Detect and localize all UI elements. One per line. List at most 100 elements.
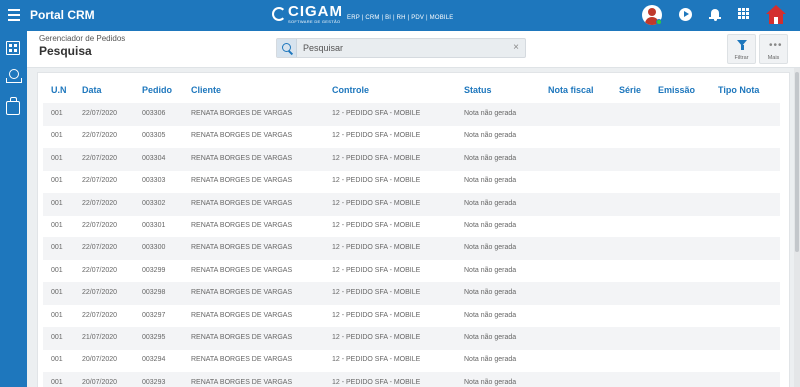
table-row[interactable]: 001 22/07/2020 003302 RENATA BORGES DE VARG… [43,192,780,216]
table-row[interactable]: 001 22/07/2020 003297 RENATA BORGES DE VARG… [43,305,780,328]
cell-data: 22/07/2020 [82,244,118,252]
col-header-emissao[interactable]: Emissão [658,85,695,95]
apps-grid-icon[interactable] [738,8,749,19]
cell-controle: 12 - PEDIDO SFA - MOBILE [332,154,421,162]
table-row[interactable]: 001 20/07/2020 003294 RENATA BORGES DE VARG… [43,349,780,372]
cell-cliente: RENATA BORGES DE VARGAS [191,222,293,229]
cell-pedido: 003299 [142,266,166,274]
cell-status: Nota não gerada [464,177,517,185]
table-row[interactable]: 001 22/07/2020 003298 RENATA BORGES DE VARG… [43,282,780,306]
cell-controle: 12 - PEDIDO SFA - MOBILE [332,378,421,386]
cell-cliente: RENATA BORGES DE VARGAS [191,311,293,319]
col-header-controle[interactable]: Controle [332,85,369,95]
col-header-status[interactable]: Status [464,85,492,95]
online-status-dot [656,19,662,25]
table-row[interactable]: 001 22/07/2020 003301 RENATA BORGES DE VARG… [43,215,780,238]
cell-controle: 12 - PEDIDO SFA - MOBILE [332,334,421,341]
brand-modules: ERP | CRM | BI | RH | PDV | MOBILE [347,15,454,21]
sidebar [0,31,27,387]
table-row[interactable]: 001 22/07/2020 003303 RENATA BORGES DE VARG… [43,170,780,193]
app-title: Portal CRM [30,8,95,22]
cell-data: 22/07/2020 [82,199,118,207]
col-header-data[interactable]: Data [82,85,102,95]
bell-icon[interactable] [709,8,721,21]
cell-cliente: RENATA BORGES DE VARGAS [191,132,293,140]
more-dots-icon: ••• [769,40,783,51]
cell-data: 22/07/2020 [82,289,118,297]
cell-status: Nota não gerada [464,244,517,252]
table-row[interactable]: 001 22/07/2020 003299 RENATA BORGES DE VARG… [43,260,780,283]
cell-controle: 12 - PEDIDO SFA - MOBILE [332,110,421,117]
cell-controle: 12 - PEDIDO SFA - MOBILE [332,311,421,319]
cell-pedido: 003301 [142,222,166,229]
cell-controle: 12 - PEDIDO SFA - MOBILE [332,132,421,140]
table-row[interactable]: 001 22/07/2020 003304 RENATA BORGES DE VARG… [43,147,780,171]
col-header-un[interactable]: U.N [51,85,67,95]
play-icon[interactable] [679,8,692,21]
cell-un: 001 [51,334,63,341]
cell-un: 001 [51,222,63,229]
cell-status: Nota não gerada [464,311,517,319]
col-header-cliente[interactable]: Cliente [191,85,221,95]
cell-data: 20/07/2020 [82,356,118,364]
cell-cliente: RENATA BORGES DE VARGAS [191,289,293,297]
cell-status: Nota não gerada [464,199,517,207]
cell-pedido: 003295 [142,334,166,341]
table-row[interactable]: 001 20/07/2020 003293 RENATA BORGES DE VARG… [43,371,780,387]
cell-data: 20/07/2020 [82,378,118,386]
cell-status: Nota não gerada [464,154,517,162]
cell-cliente: RENATA BORGES DE VARGAS [191,110,293,117]
cell-cliente: RENATA BORGES DE VARGAS [191,199,293,207]
cell-controle: 12 - PEDIDO SFA - MOBILE [332,199,421,207]
table-row[interactable]: 001 22/07/2020 003305 RENATA BORGES DE VARG… [43,125,780,148]
table-row[interactable]: 001 22/07/2020 003300 RENATA BORGES DE VARG… [43,237,780,261]
clear-icon[interactable]: × [513,42,519,53]
cell-data: 22/07/2020 [82,132,118,140]
cell-un: 001 [51,311,63,319]
page-title: Pesquisa [39,44,92,58]
col-header-tipo-nota[interactable]: Tipo Nota [718,85,759,95]
breadcrumb[interactable]: Gerenciador de Pedidos [39,34,125,43]
col-header-serie[interactable]: Série [619,85,641,95]
brand-name: CIGAM [288,3,343,20]
cell-data: 22/07/2020 [82,222,118,229]
table-header: U.N Data Pedido Cliente Controle Status … [38,73,789,107]
col-header-nota-fiscal[interactable]: Nota fiscal [548,85,594,95]
cell-controle: 12 - PEDIDO SFA - MOBILE [332,222,421,229]
cell-status: Nota não gerada [464,110,517,117]
brand-tagline: SOFTWARE DE GESTÃO [288,19,341,24]
more-button[interactable]: ••• Mais [759,34,788,64]
cell-status: Nota não gerada [464,289,517,297]
cell-controle: 12 - PEDIDO SFA - MOBILE [332,289,421,297]
home-icon[interactable] [766,5,786,25]
cell-un: 001 [51,289,63,297]
cell-cliente: RENATA BORGES DE VARGAS [191,266,293,274]
col-header-pedido[interactable]: Pedido [142,85,172,95]
cell-pedido: 003293 [142,378,166,386]
money-icon[interactable] [6,69,22,83]
cell-data: 22/07/2020 [82,177,118,185]
cell-un: 001 [51,110,63,117]
page-header: Gerenciador de Pedidos Pesquisa × Filtra… [27,31,800,68]
filter-button[interactable]: Filtrar [727,34,756,64]
cell-controle: 12 - PEDIDO SFA - MOBILE [332,177,421,185]
search-input[interactable] [303,39,503,57]
scrollbar[interactable] [794,68,800,387]
menu-icon[interactable] [8,9,20,21]
filter-label: Filtrar [734,55,749,61]
cell-pedido: 003294 [142,356,166,364]
table-row[interactable]: 001 21/07/2020 003295 RENATA BORGES DE VARG… [43,327,780,350]
scrollbar-thumb[interactable] [795,72,799,252]
more-label: Mais [767,55,780,61]
cell-pedido: 003297 [142,311,166,319]
cell-cliente: RENATA BORGES DE VARGAS [191,378,293,386]
search-bar: × [276,38,526,58]
cell-cliente: RENATA BORGES DE VARGAS [191,154,293,162]
bag-icon[interactable] [6,97,20,115]
search-icon[interactable] [277,39,297,57]
cell-data: 22/07/2020 [82,154,118,162]
cell-pedido: 003298 [142,289,166,297]
building-icon[interactable] [6,41,20,55]
table-row[interactable]: 001 22/07/2020 003306 RENATA BORGES DE VARG… [43,103,780,126]
cell-cliente: RENATA BORGES DE VARGAS [191,334,293,341]
